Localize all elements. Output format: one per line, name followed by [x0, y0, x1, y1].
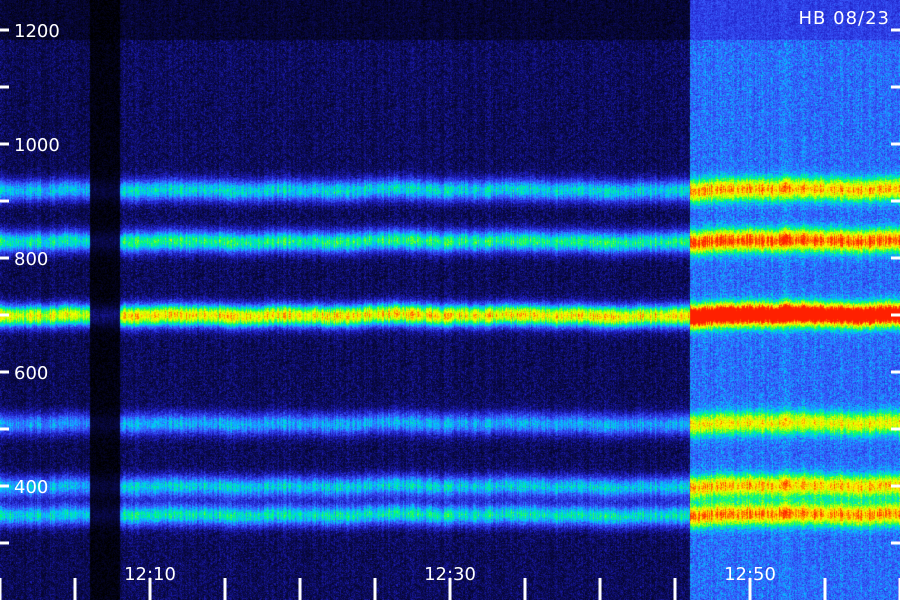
y-axis-left: 1200 1000 800 600 400 [0, 21, 60, 545]
x-axis: 12:10 12:30 12:50 [0, 564, 900, 600]
x-tick-label: 12:30 [424, 564, 476, 585]
y-tick-label: 400 [14, 477, 48, 498]
x-tick-label: 12:10 [124, 564, 176, 585]
y-axis-right [891, 28, 900, 545]
chart-overlay: 1200 1000 800 600 400 12:10 12:30 12:50 HB 08/… [0, 8, 900, 600]
y-tick-label: 600 [14, 363, 48, 384]
y-tick-label: 1000 [14, 135, 60, 156]
x-tick-label: 12:50 [724, 564, 776, 585]
stamp-label: HB 08/23 [799, 8, 890, 29]
spectrogram-chart: 1200 1000 800 600 400 12:10 12:30 12:50 HB 08/… [0, 0, 900, 600]
y-tick-label: 1200 [14, 21, 60, 42]
y-tick-label: 800 [14, 249, 48, 270]
